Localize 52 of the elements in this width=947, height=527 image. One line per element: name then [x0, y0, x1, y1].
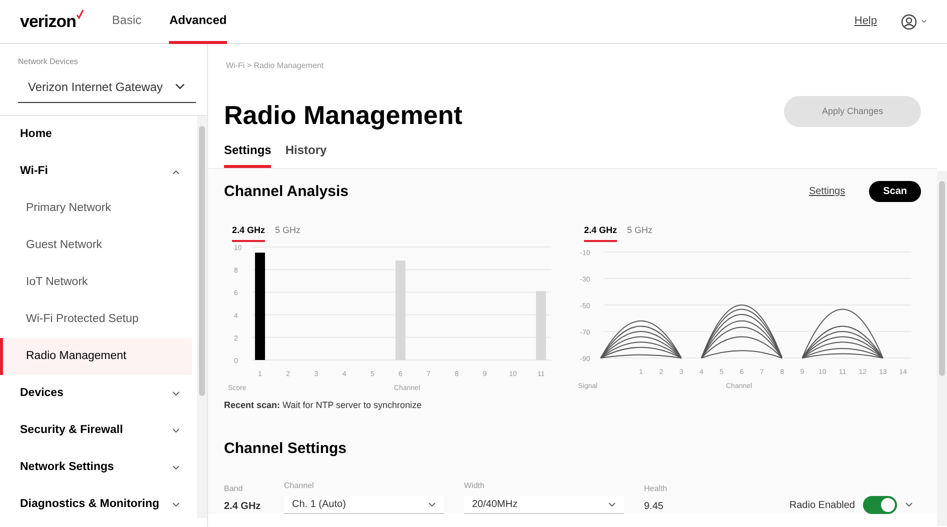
chevron-icon	[174, 83, 186, 91]
section-title: Channel Settings	[224, 440, 348, 458]
page-tab[interactable]: History	[285, 135, 327, 168]
select-field[interactable]: 20/40MHz	[464, 496, 624, 514]
section-title: Channel Analysis	[224, 182, 348, 200]
chevron-icon	[172, 390, 180, 396]
menu-item[interactable]: Wi-Fi	[0, 153, 192, 190]
chevron-icon	[428, 502, 436, 508]
chevron-icon	[608, 502, 616, 508]
band-tab[interactable]: 2.4 GHz	[232, 224, 266, 242]
band-tab[interactable]: 5 GHz	[275, 224, 301, 242]
toggle-label: Radio Enabled	[789, 498, 855, 512]
select-field[interactable]: Ch. 1 (Auto)	[284, 496, 444, 514]
chevron-icon	[172, 168, 180, 174]
caret-icon[interactable]	[921, 19, 927, 24]
page-title: Radio Management	[224, 100, 462, 131]
field-label: Health	[644, 483, 668, 495]
field-label: Band	[224, 483, 244, 495]
menu-item[interactable]: Diagnostics & Monitoring	[0, 486, 192, 518]
field-label: Channel	[284, 480, 315, 492]
menu-item[interactable]: Home	[0, 116, 192, 153]
scrollbar[interactable]	[937, 171, 947, 526]
field-value: 9.45	[644, 500, 664, 514]
menu-item[interactable]: Wi-Fi Protected Setup	[0, 301, 192, 338]
scan-button[interactable]: Scan	[869, 181, 921, 202]
menu-item[interactable]: IoT Network	[0, 264, 192, 301]
nav-tab[interactable]: Basic	[112, 0, 142, 44]
menu-item[interactable]: Radio Management	[0, 338, 192, 375]
check-icon	[76, 8, 84, 19]
nav-tab[interactable]: Advanced	[169, 0, 227, 44]
scrollbar[interactable]	[197, 116, 207, 518]
chevron-icon	[905, 502, 913, 508]
menu-item[interactable]: Security & Firewall	[0, 412, 192, 449]
band-tab[interactable]: 5 GHz	[627, 224, 653, 242]
band-tab[interactable]: 2.4 GHz	[584, 224, 618, 242]
menu-item[interactable]: Devices	[0, 375, 192, 412]
radio-toggle[interactable]	[863, 496, 897, 514]
breadcrumb: Wi-Fi > Radio Management	[225, 60, 325, 72]
help-link[interactable]: Help	[854, 13, 877, 30]
scan-status: Recent scan: Wait for NTP server to synchronize	[224, 398, 423, 412]
chevron-icon	[172, 502, 180, 508]
menu-item[interactable]: Guest Network	[0, 227, 192, 264]
account-icon[interactable]	[901, 14, 917, 30]
menu-item[interactable]: Primary Network	[0, 190, 192, 227]
field-label: Width	[464, 480, 486, 492]
settings-link[interactable]: Settings	[808, 184, 846, 199]
chevron-icon	[172, 428, 180, 434]
logo: verizon	[20, 10, 76, 33]
menu-item[interactable]: Network Settings	[0, 449, 192, 486]
chevron-icon	[172, 464, 180, 470]
field-value: 2.4 GHz	[224, 500, 262, 514]
field-label: Network Devices	[17, 56, 80, 68]
